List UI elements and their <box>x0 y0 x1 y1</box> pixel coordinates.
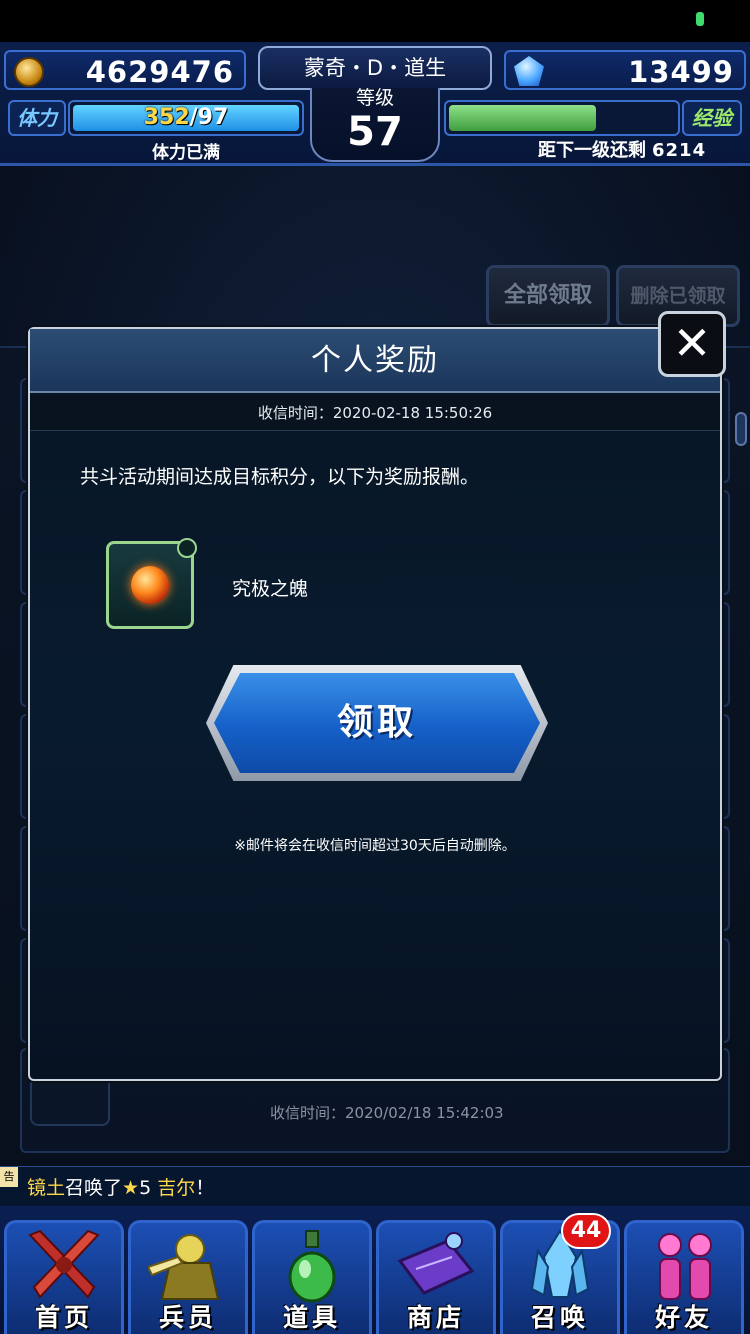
bottom-nav: 首页 兵员 道具 商店 44 召唤 好友 <box>0 1206 750 1334</box>
nav-label: 道具 <box>282 1303 341 1332</box>
mail-list-timestamp: 收信时间：2020/02/18 15:42:03 <box>270 1104 504 1122</box>
claim-button[interactable]: 领取 <box>206 665 548 781</box>
nav-units[interactable]: 兵员 <box>128 1220 248 1334</box>
nav-items[interactable]: 道具 <box>252 1220 372 1334</box>
nav-home[interactable]: 首页 <box>4 1220 124 1334</box>
received-time: 收信时间：2020-02-18 15:50:26 <box>30 395 720 431</box>
nav-label: 兵员 <box>158 1303 217 1332</box>
reward-item-slot[interactable] <box>106 538 197 629</box>
stamina-max: /97 <box>189 105 229 130</box>
level-block: 等级 57 <box>310 88 440 162</box>
modal-message: 共斗活动期间达成目标积分，以下为奖励报酬。 <box>80 466 480 488</box>
nav-label: 首页 <box>34 1303 93 1332</box>
gem-value: 13499 <box>628 55 734 89</box>
nav-shop[interactable]: 商店 <box>376 1220 496 1334</box>
status-strip <box>0 0 750 42</box>
scrollbar-thumb[interactable] <box>735 412 747 446</box>
announcement-tag: 告 <box>0 1167 18 1187</box>
summon-badge: 44 <box>561 1213 611 1249</box>
ticker-end: ！ <box>195 1177 215 1199</box>
nav-friends[interactable]: 好友 <box>624 1220 744 1334</box>
exp-fill <box>449 105 596 131</box>
stamina-bar: 352/97 <box>68 100 304 136</box>
modal-title: 个人奖励 <box>311 343 439 378</box>
ticker-verb: 召唤了 <box>65 1177 123 1199</box>
exp-label: 经验 <box>682 100 742 136</box>
nav-label: 商店 <box>406 1303 465 1332</box>
ticker-unit: 吉尔 <box>151 1177 196 1199</box>
exp-bar <box>444 100 680 136</box>
unit-icon <box>148 1234 220 1300</box>
item-info-icon <box>177 538 197 558</box>
reward-modal: 个人奖励 收信时间：2020-02-18 15:50:26 共斗活动期间达成目标… <box>28 327 722 1081</box>
mail-item-thumbnail <box>30 1082 110 1126</box>
gem-counter: 13499 <box>504 50 746 90</box>
friends-icon <box>658 1233 712 1300</box>
nav-label: 好友 <box>654 1303 713 1332</box>
gil-counter: 4629476 <box>4 50 246 90</box>
exp-remaining-label: 距下一级还剩 <box>538 140 646 161</box>
claim-all-button[interactable]: 全部领取 <box>486 265 610 327</box>
claim-button-label: 领取 <box>336 702 417 743</box>
battery-indicator-icon <box>696 12 704 26</box>
exp-remaining-value: 6214 <box>652 140 707 161</box>
gil-value: 4629476 <box>85 55 234 89</box>
exp-remaining: 距下一级还剩 6214 <box>444 136 744 162</box>
sword-icon <box>28 1229 100 1299</box>
ticker-rarity: 5 <box>139 1177 152 1199</box>
player-name: 蒙奇・D・道生 <box>303 56 447 80</box>
close-button[interactable]: ✕ <box>658 311 726 377</box>
gil-coin-icon <box>14 57 44 87</box>
ticker-player: 镜土 <box>27 1177 66 1199</box>
nav-label: 召唤 <box>530 1303 589 1332</box>
shop-icon <box>397 1232 475 1295</box>
player-name-plate[interactable]: 蒙奇・D・道生 <box>258 46 492 90</box>
lapis-gem-icon <box>514 56 544 86</box>
nav-summon[interactable]: 44 召唤 <box>500 1213 620 1334</box>
stamina-label: 体力 <box>8 100 66 136</box>
potion-icon <box>288 1230 336 1303</box>
reward-item-name: 究极之魄 <box>232 578 309 600</box>
ticker-text: 镜土召唤了★5 吉尔！ <box>27 1173 214 1200</box>
close-icon: ✕ <box>672 316 712 370</box>
top-hud: 4629476 蒙奇・D・道生 13499 等级 57 体力 352/97 体力… <box>0 42 750 166</box>
level-label: 等级 <box>355 87 394 109</box>
stamina-status: 体力已满 <box>152 143 220 163</box>
modal-header: 个人奖励 <box>30 329 720 393</box>
summon-announcement-ticker: 告 镜土召唤了★5 吉尔！ <box>0 1166 750 1206</box>
level-value: 57 <box>347 109 403 155</box>
stamina-text: 352/97 <box>70 102 302 134</box>
auto-delete-note: ※邮件将会在收信时间超过30天后自动删除。 <box>234 838 516 854</box>
star-icon: ★ <box>122 1177 140 1199</box>
stamina-current: 352 <box>143 105 190 130</box>
ultimate-soul-orb-icon <box>131 566 169 604</box>
